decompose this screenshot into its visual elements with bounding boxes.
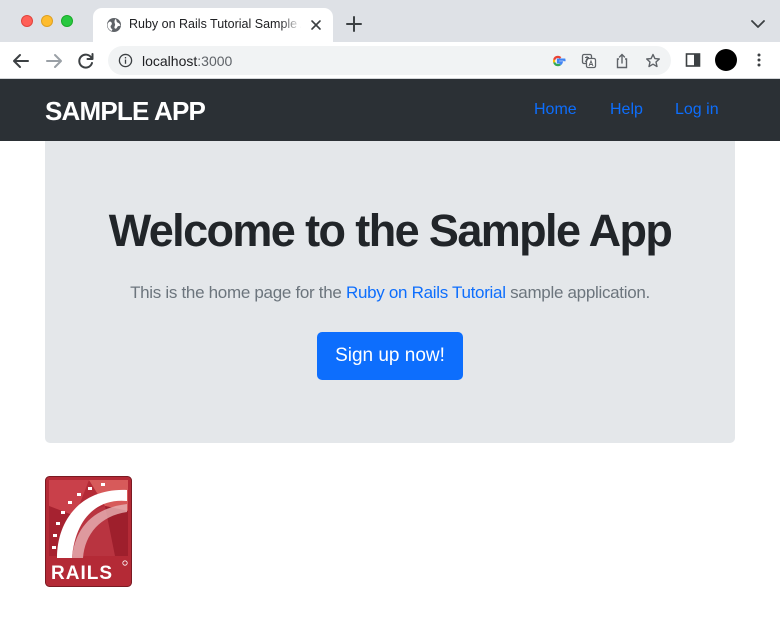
side-panel-icon[interactable]: [685, 52, 701, 68]
hero-text-after: sample application.: [505, 283, 650, 302]
tab-title: Ruby on Rails Tutorial Sample App: [129, 17, 301, 31]
close-window-button[interactable]: [21, 15, 33, 27]
forward-arrow-icon[interactable]: [44, 51, 64, 71]
browser-tab-strip: Ruby on Rails Tutorial Sample App: [0, 0, 780, 42]
nav-link-help[interactable]: Help: [610, 101, 643, 119]
info-icon[interactable]: [118, 53, 133, 68]
rails-logo-text: RAILS: [51, 563, 113, 584]
minimize-window-button[interactable]: [41, 15, 53, 27]
hero-title: Welcome to the Sample App: [108, 205, 673, 256]
profile-avatar[interactable]: [715, 49, 737, 71]
address-bar[interactable]: localhost:3000: [108, 46, 671, 75]
site-navbar: SAMPLE APP Home Help Log in: [0, 79, 780, 141]
google-lens-icon[interactable]: [550, 53, 566, 69]
hero-jumbotron: Welcome to the Sample App This is the ho…: [45, 141, 735, 443]
rails-tutorial-link[interactable]: Ruby on Rails Tutorial: [346, 283, 506, 302]
rails-logo-link[interactable]: RAILS: [45, 476, 132, 587]
url-host: localhost: [142, 53, 198, 69]
back-arrow-icon[interactable]: [11, 51, 31, 71]
reload-icon[interactable]: [76, 51, 96, 71]
translate-icon[interactable]: [581, 53, 597, 69]
share-icon[interactable]: [614, 53, 630, 69]
browser-tab[interactable]: Ruby on Rails Tutorial Sample App: [93, 8, 333, 42]
url-port: :3000: [197, 53, 233, 69]
brand-logo-link[interactable]: SAMPLE APP: [45, 96, 206, 127]
browser-toolbar: localhost:3000: [0, 42, 780, 79]
bookmark-star-icon[interactable]: [645, 53, 661, 69]
maximize-window-button[interactable]: [61, 15, 73, 27]
chevron-down-icon[interactable]: [750, 18, 766, 30]
tab-close-icon[interactable]: [309, 18, 323, 32]
signup-button[interactable]: Sign up now!: [317, 332, 463, 380]
new-tab-plus-icon[interactable]: [345, 15, 363, 33]
hero-text-before: This is the home page for the: [130, 283, 346, 302]
hero-text: This is the home page for the Ruby on Ra…: [45, 283, 735, 303]
nav-link-home[interactable]: Home: [534, 101, 577, 119]
globe-icon: [107, 18, 121, 32]
address-url[interactable]: localhost:3000: [142, 53, 232, 69]
more-options-icon[interactable]: [751, 52, 767, 68]
nav-link-login[interactable]: Log in: [675, 101, 719, 119]
